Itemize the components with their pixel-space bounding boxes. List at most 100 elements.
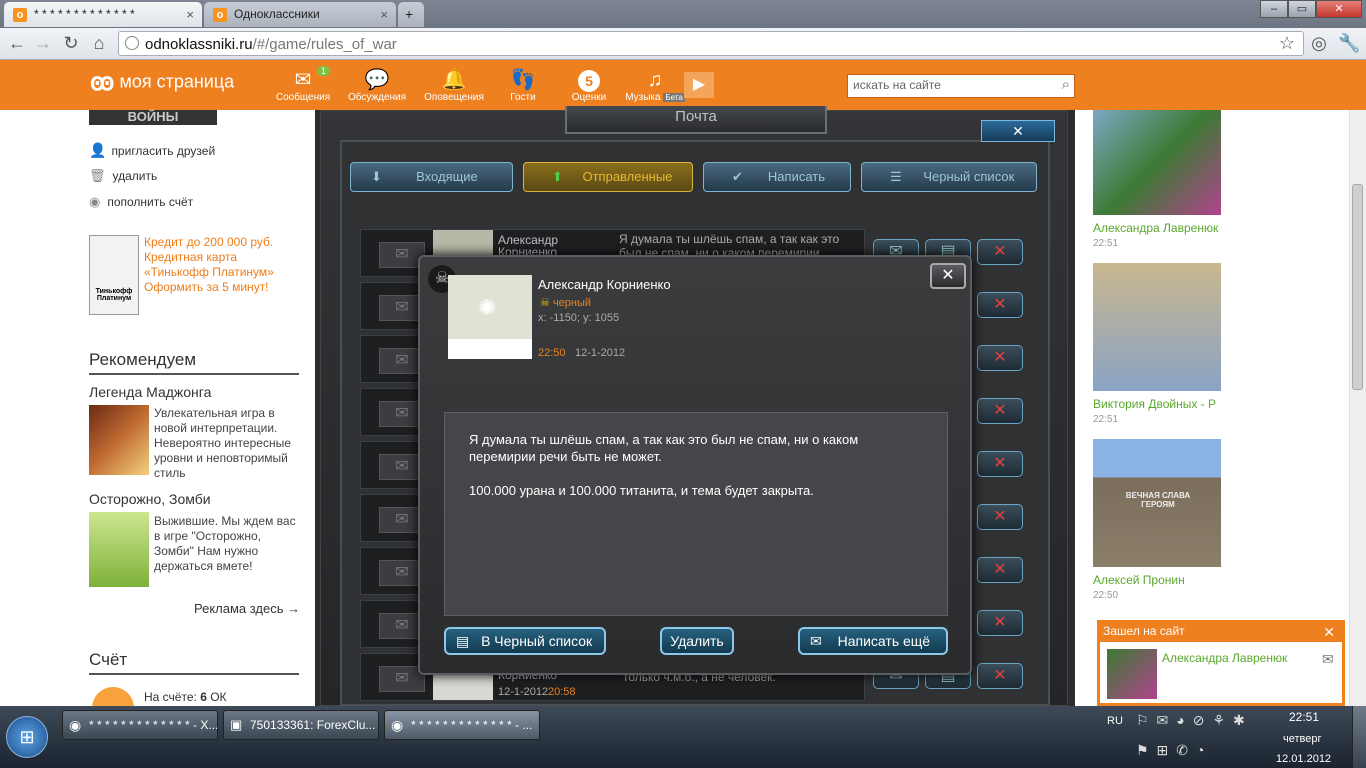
nav-music[interactable]: ♫ Музыка Бета [625, 68, 685, 103]
ad-card-image[interactable]: Тинькофф Платинум [89, 235, 139, 315]
home-icon[interactable]: ⌂ [88, 32, 110, 54]
window-close-button[interactable]: ✕ [1316, 0, 1362, 18]
row-date: 12-1-2012 [498, 686, 549, 698]
mail-title: Почта [565, 106, 827, 134]
beta-badge: Бета [663, 93, 685, 102]
photo-caption: ВЕЧНАЯ СЛАВА ГЕРОЯМ [1125, 491, 1191, 509]
nav-label: Сообщения [275, 92, 331, 103]
nav-label: Оповещения [424, 92, 484, 103]
game-banner[interactable]: ВОЙНЫ [89, 110, 217, 125]
tab-inbox[interactable]: ⬇ Входящие [350, 162, 513, 192]
message-time: 22:50 [538, 347, 566, 359]
tray-icons-row2[interactable]: ⚑⊞✆◔ [1136, 742, 1212, 759]
delete-row-button[interactable]: ✕ [977, 398, 1023, 424]
top-up-link[interactable]: ◉ пополнить счёт [89, 194, 193, 210]
new-tab-button[interactable]: + [398, 2, 424, 27]
close-icon[interactable]: × [186, 7, 194, 22]
taskbar-item-forex[interactable]: ▣ 750133361: ForexClu... [223, 710, 379, 740]
left-sidebar: ВОЙНЫ 👤 пригласить друзей 🗑 удалить ◉ попол… [0, 110, 315, 709]
delete-message-button[interactable]: Удалить [660, 627, 734, 655]
rating-icon: 5 [559, 68, 619, 92]
person-icon: 👤 [89, 142, 107, 158]
my-page-link[interactable]: ꙭ моя страница [90, 68, 234, 97]
friend-name-3[interactable]: Алексей Пронин [1093, 573, 1185, 587]
write-again-button[interactable]: ✉ Написать ещё [798, 627, 948, 655]
delete-row-button[interactable]: ✕ [977, 557, 1023, 583]
nav-discussions[interactable]: 💬 Обсуждения [347, 68, 407, 103]
friend-name-1[interactable]: Александра Лавренюк [1093, 221, 1218, 235]
tab-blacklist[interactable]: ☰ Черный список [861, 162, 1037, 192]
language-indicator[interactable]: RU [1107, 715, 1123, 727]
ok-header: ꙭ моя страница ✉ 1 Сообщения 💬 Обсуждени… [0, 60, 1366, 110]
nav-messages[interactable]: ✉ 1 Сообщения [273, 66, 333, 103]
notify-name[interactable]: Александра Лавренюк [1162, 651, 1287, 665]
search-icon[interactable]: ⌕ [1062, 76, 1070, 93]
ad-text[interactable]: Кредит до 200 000 руб. Кредитная карта «… [144, 235, 284, 295]
notify-avatar[interactable] [1107, 649, 1157, 699]
notify-title: Зашел на сайт [1103, 624, 1185, 638]
notify-popup: Зашел на сайт ✕ Александра Лавренюк ✉ [1097, 620, 1345, 706]
delete-row-button[interactable]: ✕ [977, 239, 1023, 265]
logo-text: моя страница [119, 71, 235, 92]
maximize-button[interactable]: ▭ [1288, 0, 1316, 18]
friend-photo-3[interactable]: ВЕЧНАЯ СЛАВА ГЕРОЯМ [1093, 439, 1221, 567]
close-icon[interactable]: ✕ [1323, 624, 1335, 641]
bookmark-star-icon[interactable]: ☆ [1279, 33, 1295, 54]
play-icon[interactable]: ▶ [684, 72, 714, 98]
sender-coords: x: -1150; y: 1055 [538, 312, 620, 324]
message-icon[interactable]: ✉ [1322, 651, 1334, 668]
tab-1[interactable]: o * * * * * * * * * * * * * × [4, 2, 202, 27]
sender-name[interactable]: Александр Корниенко [538, 277, 671, 292]
trash-icon: 🗑 [89, 168, 106, 183]
friend-photo-2[interactable] [1093, 263, 1221, 391]
mail-close-button[interactable]: ✕ [981, 120, 1055, 142]
delete-row-button[interactable]: ✕ [977, 345, 1023, 371]
forward-icon[interactable]: → [32, 32, 54, 54]
write-icon: ✔ [732, 169, 743, 184]
scrollbar-thumb[interactable] [1352, 184, 1363, 390]
tray-icons[interactable]: ⚐✉◕⊘⚘✱ [1136, 712, 1253, 729]
delete-row-button[interactable]: ✕ [977, 504, 1023, 530]
delete-row-button[interactable]: ✕ [977, 451, 1023, 477]
taskbar-item-chrome-1[interactable]: ◉ * * * * * * * * * * * * * - X... [62, 710, 218, 740]
close-icon[interactable]: × [380, 7, 388, 22]
address-bar[interactable]: odnoklassniki.ru/#/game/rules_of_war ☆ [118, 31, 1304, 56]
delete-row-button[interactable]: ✕ [977, 610, 1023, 636]
nav-label: Обсуждения [347, 92, 407, 103]
reload-icon[interactable]: ↻ [60, 32, 82, 54]
back-icon[interactable]: ← [6, 32, 28, 54]
delete-row-button[interactable]: ✕ [977, 292, 1023, 318]
show-desktop-button[interactable] [1352, 706, 1366, 768]
friend-name-2[interactable]: Виктория Двойных - Р [1093, 397, 1216, 411]
nav-ratings[interactable]: 5 Оценки [559, 68, 619, 103]
delete-link[interactable]: 🗑 удалить [89, 168, 157, 184]
game-1-image[interactable] [89, 405, 149, 475]
tab-write[interactable]: ✔ Написать [703, 162, 851, 192]
ads-here-link[interactable]: Реклама здесь → [194, 601, 300, 616]
ok-logo-icon: ꙭ [90, 69, 115, 96]
clock-time[interactable]: 22:51 [1289, 710, 1319, 724]
nav-guests[interactable]: 👣 Гости [493, 68, 553, 103]
invite-friends-link[interactable]: 👤 пригласить друзей [89, 142, 215, 159]
search-input[interactable]: искать на сайте ⌕ [847, 74, 1075, 98]
message-date: 12-1-2012 [575, 347, 626, 359]
coin-icon: ◉ [89, 194, 101, 209]
add-to-blacklist-button[interactable]: ▤ В Черный список [444, 627, 606, 655]
wrench-icon[interactable]: 🔧 [1338, 32, 1360, 54]
game-1-title[interactable]: Легенда Маджонга [89, 384, 211, 400]
delete-row-button[interactable]: ✕ [977, 663, 1023, 689]
list-icon: ☰ [890, 169, 902, 184]
sender-avatar: ✺ [448, 275, 532, 359]
dialog-close-button[interactable]: ✕ [930, 263, 966, 289]
loading-spinner-icon: ✺ [478, 295, 497, 320]
tab-sent[interactable]: ⬆ Отправленные [523, 162, 693, 192]
game-2-image[interactable] [89, 512, 149, 587]
friend-photo-1[interactable] [1093, 110, 1221, 215]
taskbar-item-chrome-2[interactable]: ◉ * * * * * * * * * * * * * - ... [384, 710, 540, 740]
nav-notifications[interactable]: 🔔 Оповещения [424, 68, 484, 103]
extension-icon[interactable]: ◎ [1308, 32, 1330, 54]
game-2-title[interactable]: Осторожно, Зомби [89, 491, 211, 507]
tab-2[interactable]: o Одноклассники × [204, 2, 396, 27]
start-button[interactable]: ⊞ [6, 716, 48, 758]
minimize-button[interactable]: – [1260, 0, 1288, 18]
